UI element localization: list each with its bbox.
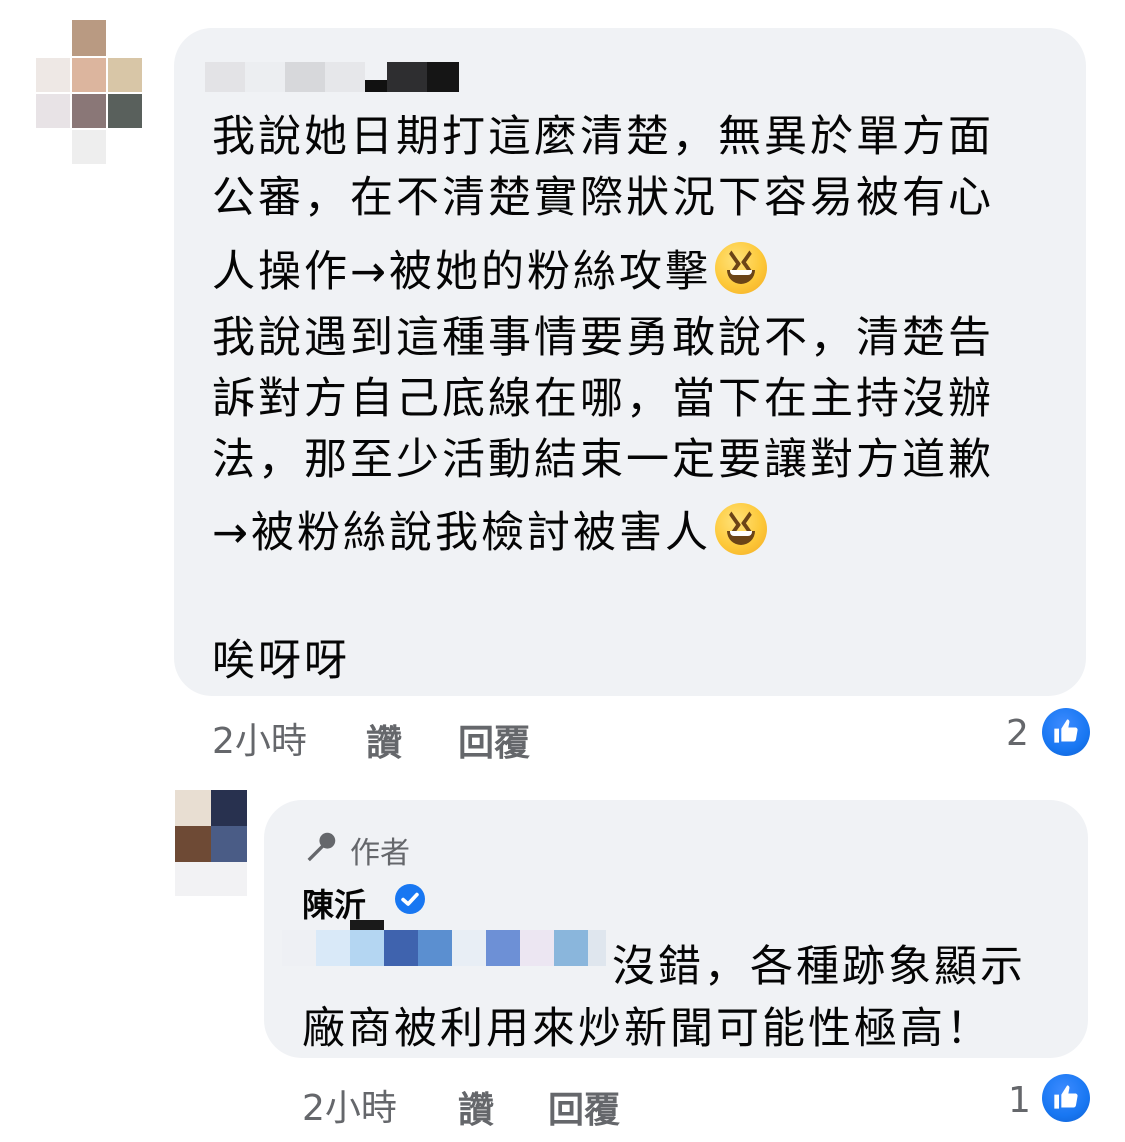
comment-line-5: 訴對方自己底線在哪，當下在主持沒辦 <box>212 374 994 424</box>
microphone-icon <box>307 832 336 862</box>
author-avatar[interactable] <box>175 790 247 898</box>
reply-line-1: 沒錯，各種跡象顯示 <box>612 942 1026 992</box>
reply-button[interactable]: 回覆 <box>458 714 530 766</box>
comment-line-6: 法，那至少活動結束一定要讓對方道歉 <box>212 435 994 485</box>
reply-timestamp[interactable]: 2小時 <box>302 1079 397 1131</box>
reply-like-button[interactable]: 讚 <box>458 1081 494 1133</box>
thumbs-up-icon[interactable] <box>1042 1074 1090 1122</box>
commenter-avatar[interactable] <box>36 20 146 165</box>
like-count[interactable]: 2 <box>1006 713 1029 754</box>
reply-reply-button[interactable]: 回覆 <box>548 1081 620 1133</box>
like-button[interactable]: 讚 <box>366 714 402 766</box>
comment-line-1: 我說她日期打這麼清楚，無異於單方面 <box>212 112 994 162</box>
laughing-face-emoji-icon <box>715 242 768 294</box>
commenter-name-blurred[interactable] <box>205 62 465 92</box>
reply-like-count[interactable]: 1 <box>1008 1080 1031 1121</box>
comment-line-7-text: →被粉絲說我檢討被害人 <box>212 508 712 558</box>
author-tag-label: 作者 <box>350 836 410 871</box>
comment-timestamp[interactable]: 2小時 <box>212 712 307 764</box>
comment-line-2: 公審，在不清楚實際狀況下容易被有心 <box>212 173 994 223</box>
comment-line-8: 唉呀呀 <box>212 636 350 686</box>
comment-line-7: →被粉絲說我檢討被害人 <box>212 498 768 560</box>
thumbs-up-icon[interactable] <box>1042 708 1090 756</box>
reply-line-2: 廠商被利用來炒新聞可能性極高！ <box>302 1004 992 1054</box>
verified-badge-icon <box>395 884 425 914</box>
comment-line-3: 人操作→被她的粉絲攻擊 <box>212 237 768 299</box>
mention-blurred[interactable] <box>282 920 607 970</box>
comment-line-4: 我說遇到這種事情要勇敢說不，清楚告 <box>212 313 994 363</box>
comment-line-3-text: 人操作→被她的粉絲攻擊 <box>212 247 712 297</box>
laughing-face-emoji-icon <box>715 503 768 555</box>
